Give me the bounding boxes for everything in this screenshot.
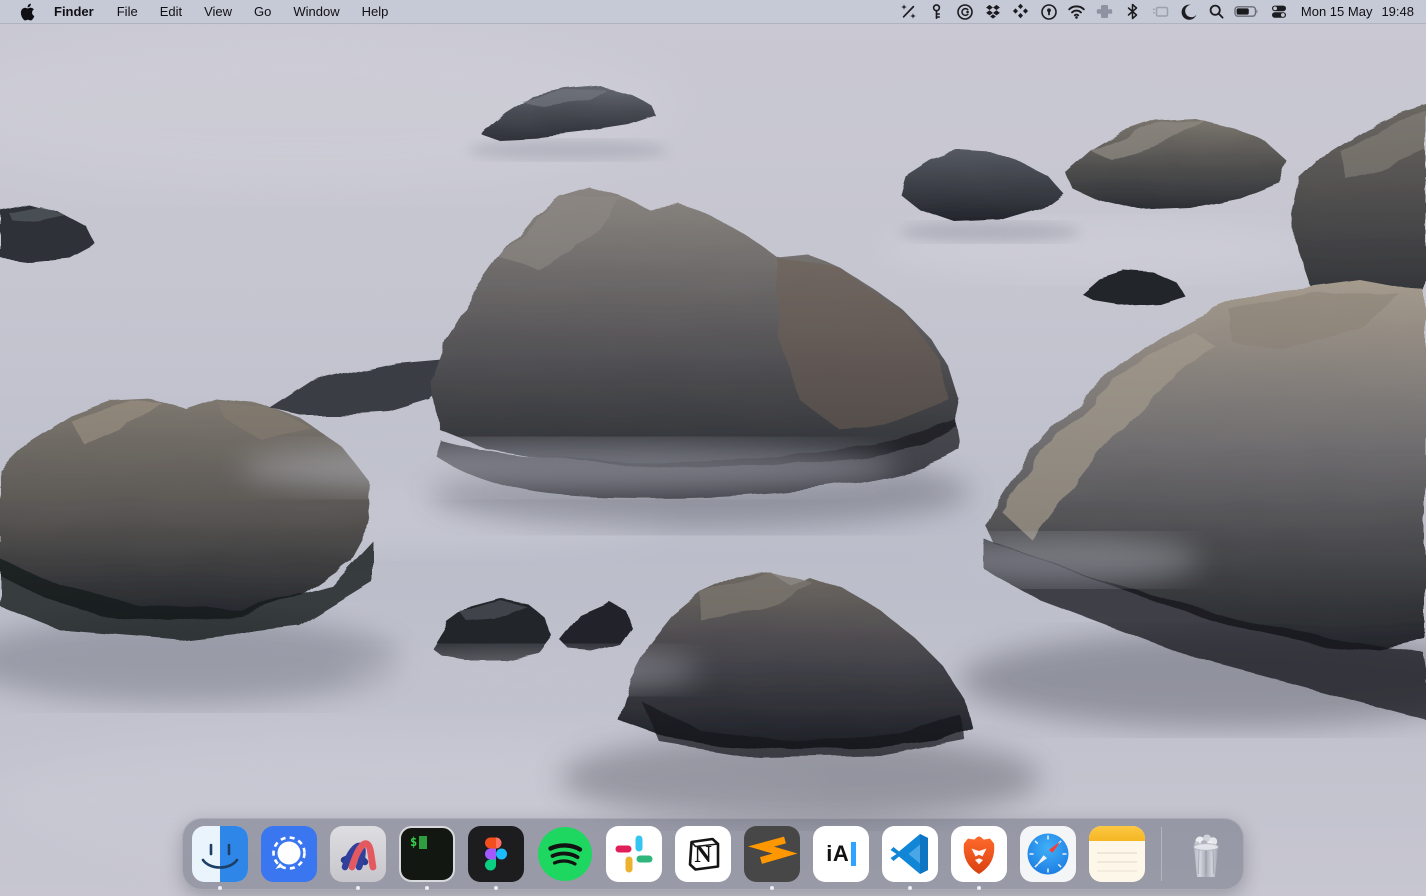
desktop: FinderFileEditViewGoWindowHelp (0, 0, 1426, 896)
apple-logo-icon (20, 3, 35, 21)
bluetooth-icon[interactable] (1119, 0, 1147, 24)
ia-writer-icon: iA (813, 826, 869, 882)
dock-app-sublime-text[interactable] (744, 826, 800, 882)
terminal-cursor (419, 836, 427, 849)
status-area: Mon 15 May 19:48 (895, 0, 1426, 24)
clock-time: 19:48 (1381, 4, 1414, 19)
menu-item-file[interactable]: File (106, 0, 149, 24)
terminal-prompt: $ (410, 835, 417, 849)
display-icon[interactable] (1147, 0, 1175, 24)
1password-keyhole-icon[interactable] (1035, 0, 1063, 24)
wifi-icon[interactable] (1063, 0, 1091, 24)
setapp-icon[interactable] (1007, 0, 1035, 24)
dock-app-figma[interactable] (468, 826, 524, 882)
dock-app-brave[interactable] (951, 826, 1007, 882)
running-indicator (218, 886, 222, 890)
health-plus-icon[interactable] (1091, 0, 1119, 24)
apple-menu[interactable] (12, 3, 42, 21)
dock-app-notes[interactable] (1089, 826, 1145, 882)
app-menus: FinderFileEditViewGoWindowHelp (42, 0, 399, 24)
key-icon[interactable] (923, 0, 951, 24)
running-indicator (977, 886, 981, 890)
menu-bar: FinderFileEditViewGoWindowHelp (0, 0, 1426, 24)
menu-item-window[interactable]: Window (282, 0, 350, 24)
finder-icon (192, 826, 248, 882)
dock-app-safari[interactable] (1020, 826, 1076, 882)
wand-sparkles-icon[interactable] (895, 0, 923, 24)
spotlight-search-icon[interactable] (1203, 0, 1231, 24)
battery-fill (1237, 8, 1249, 14)
dock-app-arc[interactable] (330, 826, 386, 882)
ia-writer-cursor (851, 842, 856, 866)
adobe-creative-cloud-icon[interactable] (951, 0, 979, 24)
arc-browser-icon (330, 826, 386, 882)
ia-writer-glyph: iA (826, 841, 849, 867)
running-indicator (908, 886, 912, 890)
running-indicator (356, 886, 360, 890)
control-center-icon[interactable] (1265, 0, 1293, 24)
brave-icon (951, 826, 1007, 882)
focus-moon-icon[interactable] (1175, 0, 1203, 24)
desktop-wallpaper[interactable] (0, 0, 1426, 896)
notes-icon (1089, 826, 1145, 882)
signal-icon (261, 826, 317, 882)
clock-date: Mon 15 May (1301, 4, 1373, 19)
menu-item-finder[interactable]: Finder (42, 0, 106, 24)
notion-icon: N (675, 826, 731, 882)
battery-icon[interactable] (1231, 0, 1265, 24)
dock-app-finder[interactable] (192, 826, 248, 882)
menu-item-help[interactable]: Help (351, 0, 400, 24)
dock-app-signal[interactable] (261, 826, 317, 882)
dock-app-notion[interactable]: N (675, 826, 731, 882)
dock: $ (182, 818, 1244, 890)
running-indicator (770, 886, 774, 890)
dock-divider[interactable] (1161, 827, 1162, 881)
seascape-art (0, 0, 1426, 896)
dock-app-vscode[interactable] (882, 826, 938, 882)
figma-icon (468, 826, 524, 882)
dock-app-slack[interactable] (606, 826, 662, 882)
terminal-icon: $ (399, 826, 455, 882)
menu-item-go[interactable]: Go (243, 0, 282, 24)
trash-full-icon (1178, 826, 1234, 882)
running-indicator (425, 886, 429, 890)
sublime-text-icon (744, 826, 800, 882)
dock-app-spotify[interactable] (537, 826, 593, 882)
dock-trash[interactable] (1178, 826, 1234, 882)
menu-bar-clock[interactable]: Mon 15 May 19:48 (1293, 4, 1414, 19)
spotify-icon (537, 826, 593, 882)
dropbox-icon[interactable] (979, 0, 1007, 24)
menu-item-view[interactable]: View (193, 0, 243, 24)
running-indicator (494, 886, 498, 890)
vscode-icon (882, 826, 938, 882)
dock-app-terminal[interactable]: $ (399, 826, 455, 882)
menu-item-edit[interactable]: Edit (149, 0, 193, 24)
safari-icon (1020, 826, 1076, 882)
dock-app-ia-writer[interactable]: iA (813, 826, 869, 882)
slack-icon (606, 826, 662, 882)
notion-letter: N (675, 826, 731, 882)
